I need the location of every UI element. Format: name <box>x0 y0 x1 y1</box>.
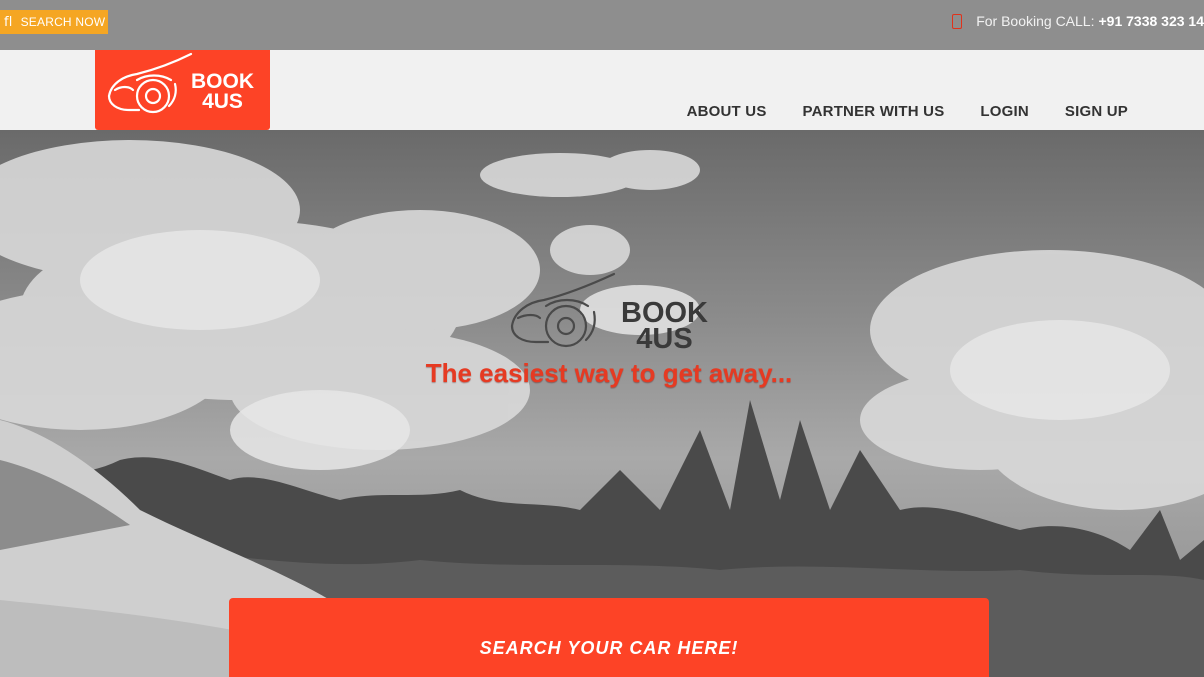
hero-car-logo-icon <box>510 272 616 348</box>
hero-background-image <box>0 140 1204 677</box>
booking-phone-link[interactable]: +91 7338 323 14 <box>1099 13 1204 29</box>
nav-sign-up[interactable]: SIGN UP <box>1065 103 1128 120</box>
logo-wordmark: BOOK 4US <box>191 70 254 113</box>
booking-info: For Booking CALL: +91 7338 323 14 <box>952 12 1204 30</box>
main-nav: ABOUT US PARTNER WITH US LOGIN SIGN UP <box>687 103 1128 120</box>
hero-logo: BOOK 4US <box>508 270 718 360</box>
top-bar: fl SEARCH NOW For Booking CALL: +91 7338… <box>0 0 1204 50</box>
search-now-icon: fl <box>4 14 13 30</box>
search-panel-title: SEARCH YOUR CAR HERE! <box>479 638 739 658</box>
car-logo-icon <box>107 52 193 114</box>
nav-about-us[interactable]: ABOUT US <box>687 103 767 120</box>
search-now-label: SEARCH NOW <box>20 15 106 29</box>
hero-logo-line-2: 4US <box>636 323 693 355</box>
search-car-panel: SEARCH YOUR CAR HERE! <box>229 598 989 677</box>
booking-label: For Booking CALL: <box>976 13 1095 29</box>
hero-logo-wordmark: BOOK 4US <box>621 299 708 355</box>
phone-icon <box>952 13 963 29</box>
hero-section: BOOK 4US The easiest way to get away... … <box>0 130 1204 677</box>
site-logo[interactable]: BOOK 4US <box>95 50 270 130</box>
hero-tagline: The easiest way to get away... <box>425 358 793 388</box>
logo-line-1: BOOK <box>191 70 254 93</box>
nav-login[interactable]: LOGIN <box>980 103 1029 120</box>
search-now-button[interactable]: fl SEARCH NOW <box>0 10 108 34</box>
logo-line-2: 4US <box>202 90 243 113</box>
nav-partner-with-us[interactable]: PARTNER WITH US <box>803 103 945 120</box>
